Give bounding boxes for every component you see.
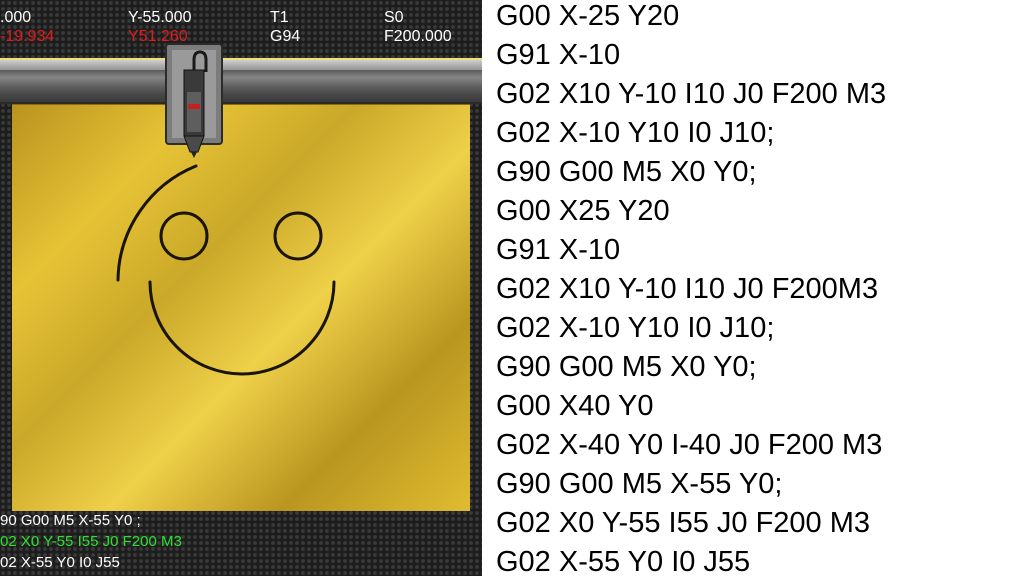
console-line: 90 G00 M5 X-55 Y0 ; — [0, 512, 141, 529]
gcode-line-4: G02 X-10 Y10 I0 J10; — [496, 117, 775, 149]
gcode-listing: G00 X-25 Y20 G91 X-10 G02 X10 Y-10 I10 J… — [496, 0, 1024, 578]
gcode-line-11: G00 X40 Y0 — [496, 390, 654, 422]
gcode-line-3: G02 X10 Y-10 I10 J0 F200 M3 — [496, 78, 887, 110]
console-line: 02 X-55 Y0 I0 J55 — [0, 554, 120, 571]
gcode-line-1: G00 X-25 Y20 — [496, 0, 680, 32]
gcode-line-10: G90 G00 M5 X0 Y0; — [496, 351, 757, 383]
gcode-line-12: G02 X-40 Y0 I-40 J0 F200 M3 — [496, 429, 883, 461]
console-line-active: 02 X0 Y-55 I55 J0 F200 M3 — [0, 533, 182, 550]
gcode-line-9: G02 X-10 Y10 I0 J10; — [496, 312, 775, 344]
cnc-simulator-panel: .000 Y-55.000 T1 S0 -19.934 Y51.260 G94 … — [0, 0, 482, 576]
tool-head-icon — [165, 43, 223, 158]
gcode-line-2: G91 X-10 — [496, 39, 621, 71]
gcode-line-7: G91 X-10 — [496, 234, 621, 266]
gcode-line-6: G00 X25 Y20 — [496, 195, 670, 227]
gcode-line-13: G90 G00 M5 X-55 Y0; — [496, 468, 783, 500]
gcode-line-5: G90 G00 M5 X0 Y0; — [496, 156, 757, 188]
gcode-line-14: G02 X0 Y-55 I55 J0 F200 M3 — [496, 507, 871, 539]
gcode-line-15: G02 X-55 Y0 I0 J55 — [496, 546, 751, 578]
gcode-line-8: G02 X10 Y-10 I10 J0 F200M3 — [496, 273, 879, 305]
